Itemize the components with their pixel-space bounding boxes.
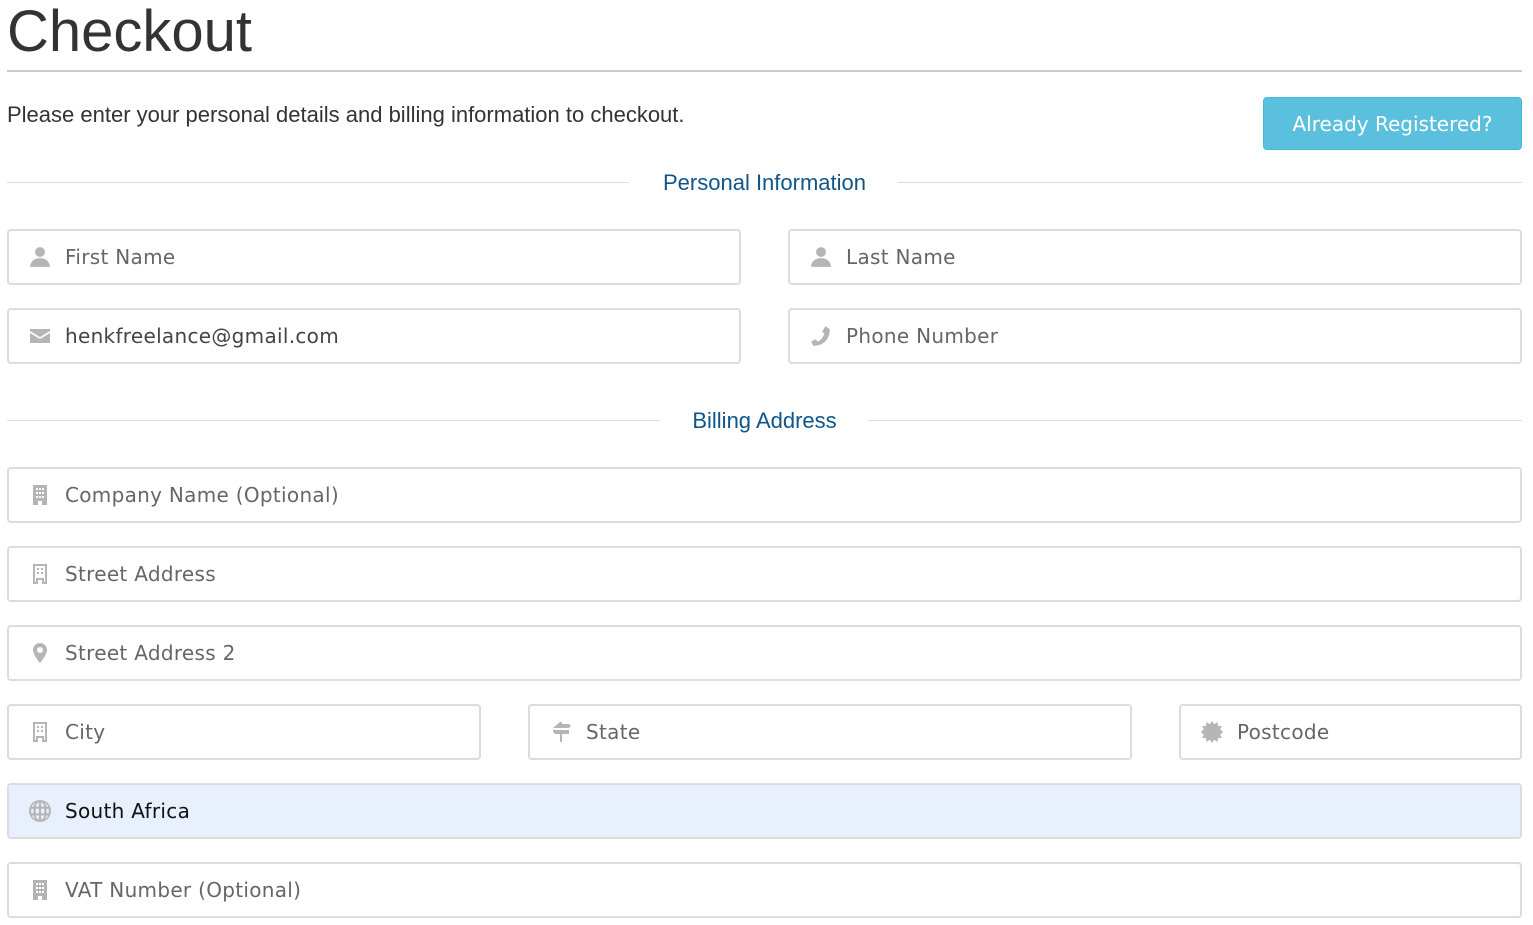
phone-number-placeholder: Phone Number xyxy=(846,324,999,348)
user-icon xyxy=(29,246,51,268)
country-select[interactable]: South Africa xyxy=(7,783,1522,839)
title-divider xyxy=(7,70,1522,72)
section-billing-address: Billing Address xyxy=(7,406,1522,436)
section-heading: Billing Address xyxy=(692,408,837,433)
country-selected-value: South Africa xyxy=(65,799,191,823)
section-heading: Personal Information xyxy=(663,170,866,195)
street-address-2-field[interactable]: Street Address 2 xyxy=(7,625,1522,681)
envelope-icon xyxy=(29,325,51,347)
building-icon xyxy=(29,484,51,506)
already-registered-button[interactable]: Already Registered? xyxy=(1263,97,1522,150)
map-marker-icon xyxy=(29,642,51,664)
certificate-icon xyxy=(1201,721,1223,743)
postcode-field[interactable]: Postcode xyxy=(1179,704,1522,760)
phone-icon xyxy=(810,325,832,347)
email-field[interactable]: henkfreelance@gmail.com xyxy=(7,308,741,364)
signpost-icon xyxy=(550,721,572,743)
intro-text: Please enter your personal details and b… xyxy=(7,102,685,127)
globe-icon xyxy=(29,800,51,822)
state-field[interactable]: State xyxy=(528,704,1132,760)
company-name-placeholder: Company Name (Optional) xyxy=(65,483,339,507)
vat-number-placeholder: VAT Number (Optional) xyxy=(65,878,302,902)
page-title: Checkout xyxy=(7,0,253,64)
first-name-field[interactable]: First Name xyxy=(7,229,741,285)
email-value: henkfreelance@gmail.com xyxy=(65,324,339,348)
street-address-2-placeholder: Street Address 2 xyxy=(65,641,236,665)
state-placeholder: State xyxy=(586,720,641,744)
user-icon xyxy=(810,246,832,268)
city-placeholder: City xyxy=(65,720,106,744)
street-address-field[interactable]: Street Address xyxy=(7,546,1522,602)
vat-number-field[interactable]: VAT Number (Optional) xyxy=(7,862,1522,918)
company-name-field[interactable]: Company Name (Optional) xyxy=(7,467,1522,523)
building-icon xyxy=(29,879,51,901)
street-address-placeholder: Street Address xyxy=(65,562,216,586)
last-name-field[interactable]: Last Name xyxy=(788,229,1522,285)
first-name-placeholder: First Name xyxy=(65,245,176,269)
city-field[interactable]: City xyxy=(7,704,481,760)
phone-number-field[interactable]: Phone Number xyxy=(788,308,1522,364)
postcode-placeholder: Postcode xyxy=(1237,720,1330,744)
last-name-placeholder: Last Name xyxy=(846,245,956,269)
building-outline-icon xyxy=(29,721,51,743)
section-personal-information: Personal Information xyxy=(7,168,1522,198)
building-outline-icon xyxy=(29,563,51,585)
